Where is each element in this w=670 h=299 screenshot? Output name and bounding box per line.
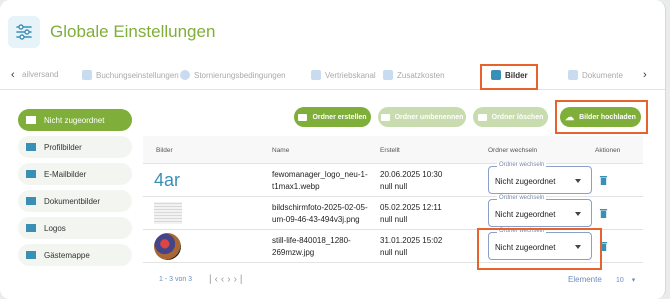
tab-stornierungsbedingungen[interactable]: Stornierungsbedingungen [180, 70, 286, 80]
page-header: Globale Einstellungen [8, 16, 215, 48]
folder-icon [26, 116, 36, 124]
rename-folder-button[interactable]: Ordner umbenennen [378, 107, 466, 127]
folder-icon [26, 224, 36, 232]
thumbnail-screenshot [154, 202, 182, 224]
settings-card: Globale Einstellungen ‹ ailversand Buchu… [0, 0, 666, 299]
thumbnail-still-life [154, 233, 181, 260]
name-line-2: um-09-46-43-494v3j.png [272, 215, 360, 224]
tab-zusatzkosten[interactable]: Zusatzkosten [383, 70, 445, 80]
date-line-2: null null [380, 248, 408, 257]
button-label: Ordner löschen [491, 113, 544, 121]
tab-label: Zusatzkosten [397, 70, 445, 80]
name-line-2: 269mzw.jpg [272, 248, 315, 257]
chevron-down-icon [575, 212, 581, 216]
name-line-1: bildschirmfoto-2025-02-05- [272, 203, 368, 212]
name-line-1: fewomanager_logo_neu-1- [272, 170, 368, 179]
select-value: Nicht zugeordnet [495, 177, 556, 186]
folder-profilbilder[interactable]: Profilbilder [18, 136, 132, 158]
image-name: still-life-840018_1280- 269mzw.jpg [272, 235, 351, 259]
table-row[interactable]: bildschirmfoto-2025-02-05- um-09-46-43-4… [143, 195, 643, 229]
gear-icon [82, 70, 92, 80]
tab-buchungseinstellungen[interactable]: Buchungseinstellungen [82, 70, 179, 80]
sliders-icon [8, 16, 40, 48]
tabs-scroll-right-icon[interactable]: › [643, 69, 647, 81]
create-folder-button[interactable]: Ordner erstellen [294, 107, 371, 127]
chevron-down-icon [575, 179, 581, 183]
tab-vertriebskanal[interactable]: Vertriebskanal [311, 70, 376, 80]
folder-label: Logos [44, 223, 66, 233]
document-icon [568, 70, 578, 80]
tab-mailversand[interactable]: ailversand [22, 70, 58, 79]
image-name: fewomanager_logo_neu-1- t1max1.webp [272, 169, 368, 193]
folder-icon [26, 251, 36, 259]
column-header-ordner-wechseln: Ordner wechseln [488, 147, 538, 154]
created-date: 31.01.2025 15:02 null null [380, 235, 442, 259]
select-value: Nicht zugeordnet [495, 210, 556, 219]
folder-icon [26, 197, 36, 205]
image-name: bildschirmfoto-2025-02-05- um-09-46-43-4… [272, 202, 368, 226]
per-page-label: Elemente [568, 275, 602, 284]
button-label: Ordner umbenennen [394, 113, 464, 121]
images-table: Bilder Name Erstellt Ordner wechseln Akt… [143, 136, 643, 296]
folder-nicht-zugeordnet[interactable]: Nicht zugeordnet [18, 109, 132, 131]
settings-tabs: ‹ ailversand Buchungseinstellungen Storn… [0, 64, 665, 90]
tab-label: ailversand [22, 70, 59, 79]
folder-icon [26, 143, 36, 151]
pagination-arrows-icon[interactable]: |‹‹››| [209, 274, 246, 285]
name-line-1: still-life-840018_1280- [272, 236, 351, 245]
created-date: 20.06.2025 10:30 null null [380, 169, 442, 193]
created-date: 05.02.2025 12:11 null null [380, 202, 442, 226]
folder-gaestemappe[interactable]: Gästemappe [18, 244, 132, 266]
select-legend: Ordner wechseln [497, 162, 547, 168]
date-line-1: 31.01.2025 15:02 [380, 236, 443, 245]
column-header-erstellt: Erstellt [380, 147, 400, 154]
folder-e-mailbilder[interactable]: E-Mailbilder [18, 163, 132, 185]
chevron-down-icon: ▾ [631, 277, 636, 284]
button-label: Ordner erstellen [312, 113, 367, 121]
pagination-range: 1 - 3 von 3 [159, 276, 193, 283]
highlight-folder-select [477, 228, 602, 270]
highlight-upload-button [555, 100, 648, 134]
tabs-scroll-left-icon[interactable]: ‹ [11, 69, 15, 81]
folder-label: Gästemappe [44, 250, 90, 260]
tab-label: Dokumente [582, 70, 623, 80]
name-line-2: t1max1.webp [272, 182, 320, 191]
date-line-2: null null [380, 182, 408, 191]
table-row[interactable]: 4ar fewomanager_logo_neu-1- t1max1.webp … [143, 162, 643, 196]
column-header-bilder: Bilder [156, 147, 173, 154]
per-page-value: 10 [616, 277, 624, 284]
date-line-1: 05.02.2025 12:11 [380, 203, 442, 212]
folder-label: E-Mailbilder [44, 169, 87, 179]
folder-label: Dokumentbilder [44, 196, 101, 206]
date-line-2: null null [380, 215, 408, 224]
grid-icon [311, 70, 321, 80]
column-header-name: Name [272, 147, 290, 154]
delete-folder-button[interactable]: Ordner löschen [473, 107, 548, 127]
tab-label: Vertriebskanal [325, 70, 376, 80]
column-header-aktionen: Aktionen [595, 147, 621, 154]
highlight-bilder-tab [480, 64, 538, 90]
folder-label: Profilbilder [44, 142, 82, 152]
per-page-select[interactable]: 10 ▾ [616, 276, 635, 284]
folder-icon [26, 170, 36, 178]
folder-label: Nicht zugeordnet [44, 115, 105, 125]
tab-label: Stornierungsbedingungen [194, 70, 286, 80]
trash-icon[interactable] [599, 208, 608, 219]
folder-select[interactable]: Ordner wechseln Nicht zugeordnet [488, 162, 592, 194]
page-title: Globale Einstellungen [50, 22, 216, 41]
select-legend: Ordner wechseln [497, 195, 547, 201]
folder-dokumentbilder[interactable]: Dokumentbilder [18, 190, 132, 212]
folder-icon [477, 113, 487, 121]
folder-icon [380, 113, 390, 121]
date-line-1: 20.06.2025 10:30 [380, 170, 443, 179]
folder-select[interactable]: Ordner wechseln Nicht zugeordnet [488, 195, 592, 227]
folder-logos[interactable]: Logos [18, 217, 132, 239]
tab-label: Buchungseinstellungen [96, 70, 179, 80]
thumbnail-logo: 4ar [154, 170, 181, 190]
trash-icon[interactable] [599, 175, 608, 186]
tab-dokumente[interactable]: Dokumente [568, 70, 623, 80]
tag-icon [383, 70, 393, 80]
cancel-icon [180, 70, 190, 80]
folder-icon [298, 113, 308, 121]
